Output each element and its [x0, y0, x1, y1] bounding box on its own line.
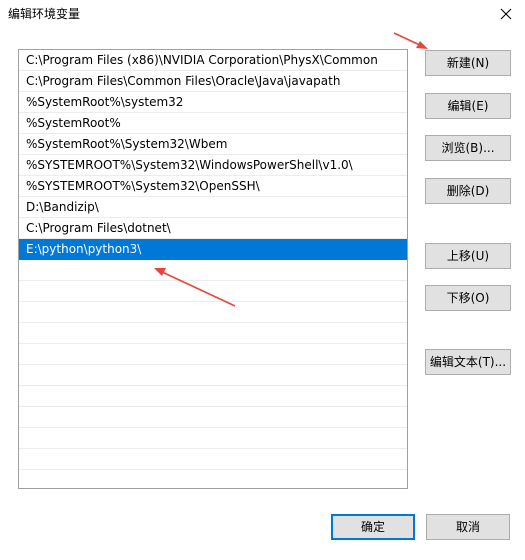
path-item-dotnet[interactable]: C:\Program Files\dotnet\	[19, 218, 407, 239]
path-item-physx[interactable]: C:\Program Files (x86)\NVIDIA Corporatio…	[19, 50, 407, 71]
path-item-empty[interactable]	[19, 407, 407, 428]
path-item-empty[interactable]	[19, 323, 407, 344]
path-item-openssh[interactable]: %SYSTEMROOT%\System32\OpenSSH\	[19, 176, 407, 197]
delete-button[interactable]: 删除(D)	[425, 178, 511, 204]
title-bar: 编辑环境变量	[0, 0, 525, 28]
path-item-empty[interactable]	[19, 281, 407, 302]
path-item-bandizip[interactable]: D:\Bandizip\	[19, 197, 407, 218]
path-item-empty[interactable]	[19, 302, 407, 323]
path-item-empty[interactable]	[19, 386, 407, 407]
path-item-empty[interactable]	[19, 449, 407, 470]
path-item-java[interactable]: C:\Program Files\Common Files\Oracle\Jav…	[19, 71, 407, 92]
path-list[interactable]: C:\Program Files (x86)\NVIDIA Corporatio…	[18, 49, 408, 489]
arrow-to-new-button-icon	[393, 32, 428, 49]
edit-text-button[interactable]: 编辑文本(T)...	[425, 349, 511, 375]
path-item-empty[interactable]	[19, 365, 407, 386]
path-item-empty[interactable]	[19, 470, 407, 488]
close-icon	[500, 8, 512, 20]
move-down-button[interactable]: 下移(O)	[425, 285, 511, 311]
path-item-powershell[interactable]: %SYSTEMROOT%\System32\WindowsPowerShell\…	[19, 155, 407, 176]
window-title: 编辑环境变量	[8, 7, 81, 21]
path-item-empty[interactable]	[19, 344, 407, 365]
close-button[interactable]	[487, 0, 525, 28]
new-button[interactable]: 新建(N)	[425, 50, 511, 76]
path-item-system32[interactable]: %SystemRoot%\system32	[19, 92, 407, 113]
path-item-systemroot[interactable]: %SystemRoot%	[19, 113, 407, 134]
browse-button[interactable]: 浏览(B)...	[425, 135, 511, 161]
path-item-empty[interactable]	[19, 260, 407, 281]
edit-button[interactable]: 编辑(E)	[425, 93, 511, 119]
move-up-button[interactable]: 上移(U)	[425, 243, 511, 269]
path-item-python3[interactable]: E:\python\python3\	[19, 239, 407, 260]
ok-button[interactable]: 确定	[331, 514, 415, 540]
cancel-button[interactable]: 取消	[426, 514, 510, 540]
path-item-empty[interactable]	[19, 428, 407, 449]
path-item-wbem[interactable]: %SystemRoot%\System32\Wbem	[19, 134, 407, 155]
